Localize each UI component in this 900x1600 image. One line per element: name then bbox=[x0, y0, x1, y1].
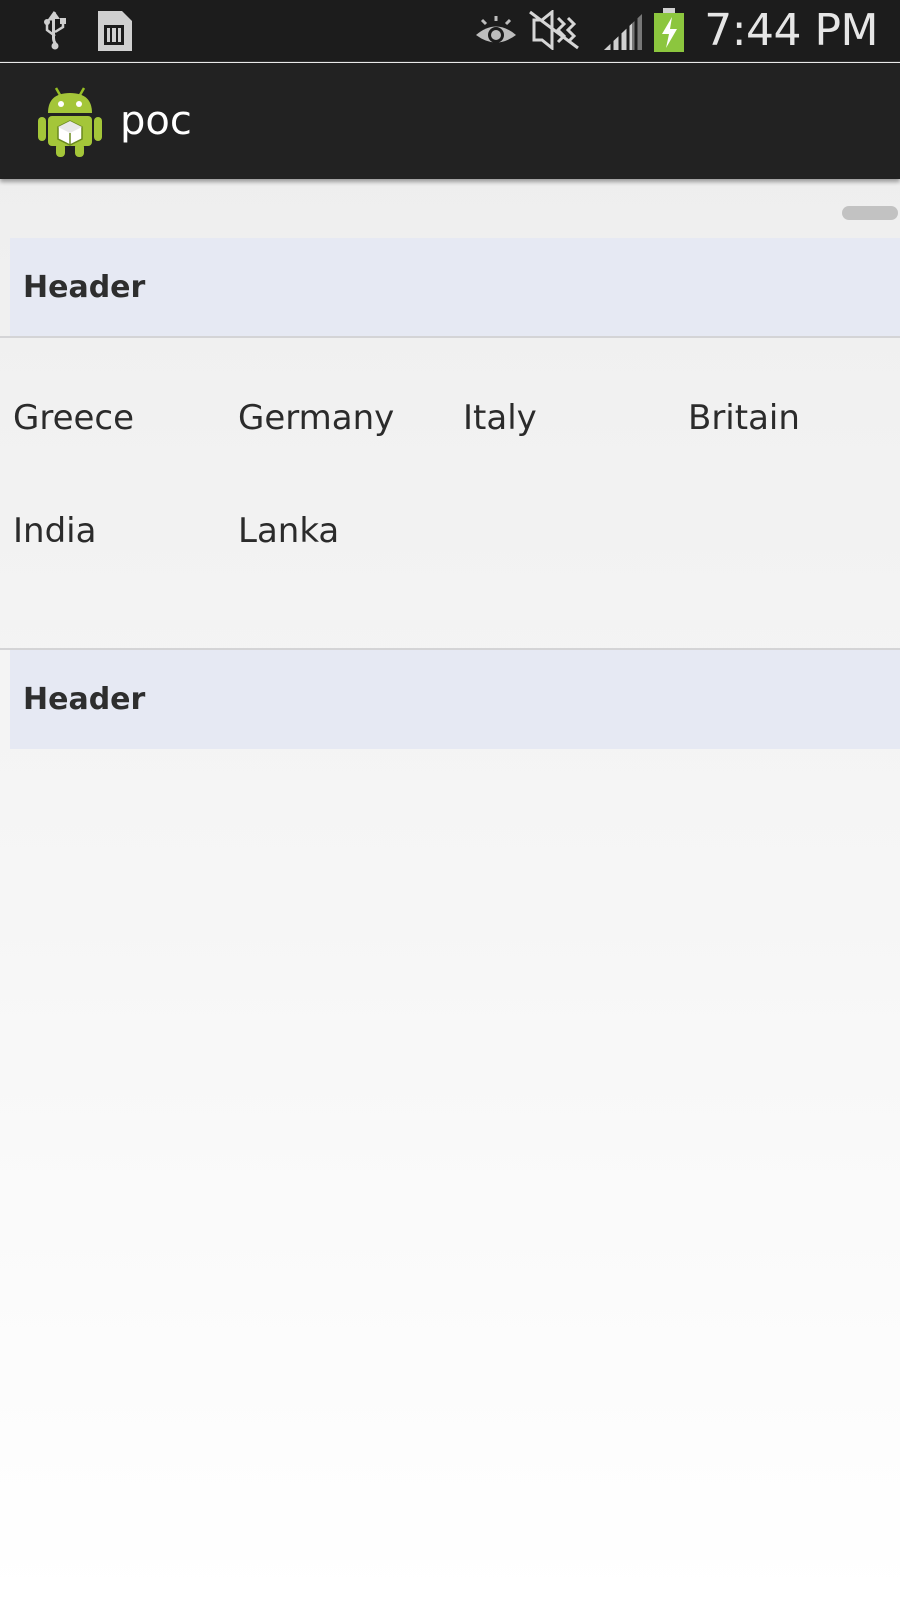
section-header-title: Header bbox=[23, 270, 146, 305]
action-bar: poc bbox=[0, 63, 900, 179]
grid-item-italy[interactable]: Italy bbox=[463, 398, 537, 438]
signal-icon bbox=[602, 12, 644, 56]
grid-item-germany[interactable]: Germany bbox=[238, 398, 394, 438]
section-header-title: Header bbox=[23, 682, 146, 717]
section-header[interactable]: Header bbox=[10, 238, 900, 337]
grid-item-lanka[interactable]: Lanka bbox=[238, 511, 339, 551]
status-bar: 7:44 PM bbox=[0, 0, 900, 62]
mute-icon bbox=[528, 8, 580, 54]
sim-card-icon bbox=[94, 9, 134, 57]
usb-icon bbox=[40, 10, 70, 54]
grid-item-india[interactable]: India bbox=[13, 511, 96, 551]
divider bbox=[0, 336, 900, 338]
battery-charging-icon bbox=[652, 6, 686, 58]
eye-icon bbox=[474, 14, 518, 52]
grid-item-britain[interactable]: Britain bbox=[688, 398, 800, 438]
android-app-icon[interactable] bbox=[38, 85, 102, 161]
app-title: poc bbox=[120, 98, 192, 144]
scrollbar-thumb[interactable] bbox=[842, 206, 898, 220]
status-time: 7:44 PM bbox=[704, 5, 878, 56]
grid-item-greece[interactable]: Greece bbox=[13, 398, 134, 438]
section-header[interactable]: Header bbox=[10, 650, 900, 749]
